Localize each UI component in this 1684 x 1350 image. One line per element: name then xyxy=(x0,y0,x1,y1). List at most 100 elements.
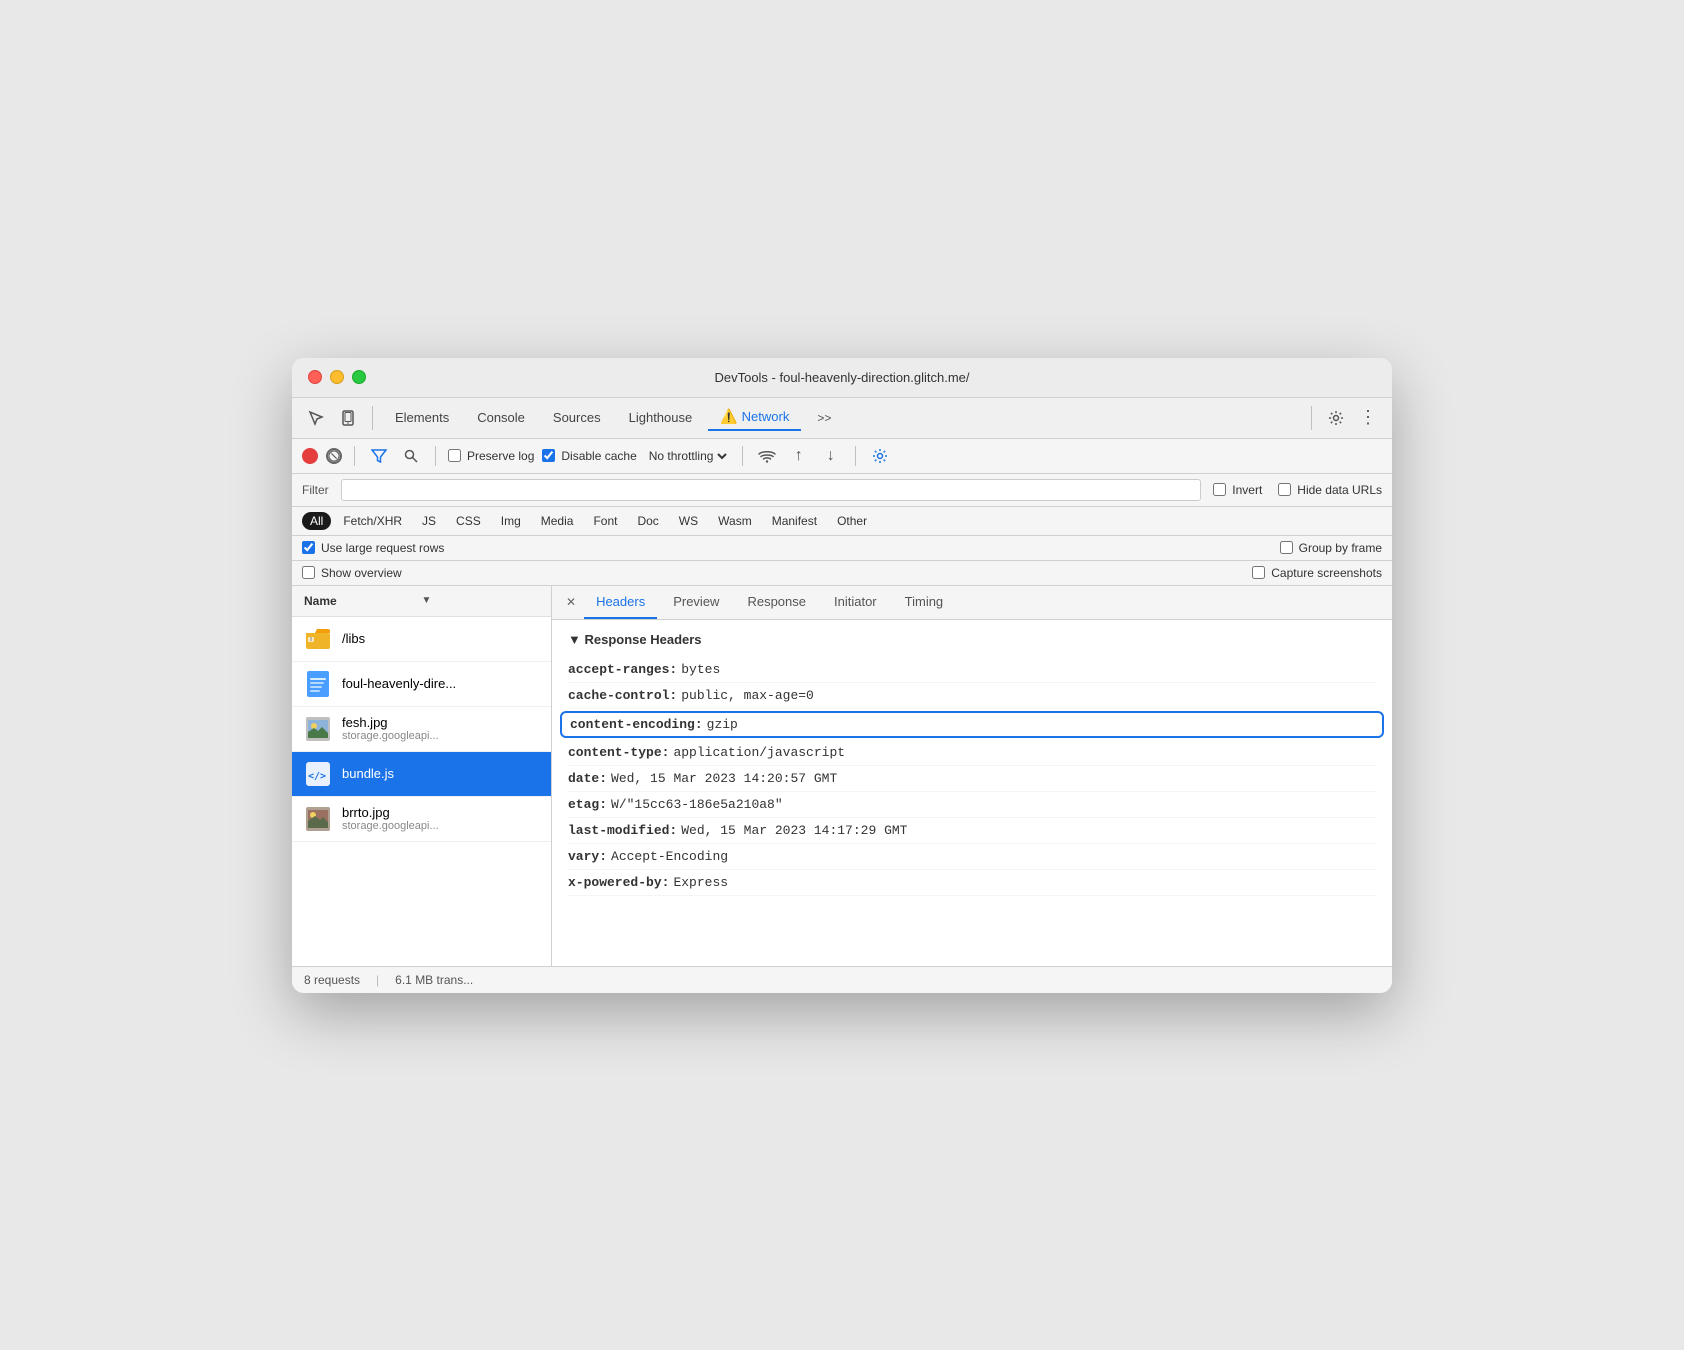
record-button[interactable] xyxy=(302,448,318,464)
file-info-fesh: fesh.jpg storage.googleapi... xyxy=(342,715,439,742)
invert-label[interactable]: Invert xyxy=(1213,483,1262,497)
menu-icon[interactable]: ⋮ xyxy=(1354,404,1382,432)
capture-screenshots-option[interactable]: Capture screenshots xyxy=(1252,566,1382,580)
tab-sources[interactable]: Sources xyxy=(541,406,613,429)
file-item-doc[interactable]: foul-heavenly-dire... xyxy=(292,662,551,707)
header-etag: etag W/"15cc63-186e5a210a8" xyxy=(568,792,1376,818)
header-last-modified: last-modified Wed, 15 Mar 2023 14:17:29 … xyxy=(568,818,1376,844)
file-list-header: Name ▼ xyxy=(292,586,551,617)
type-filter-manifest[interactable]: Manifest xyxy=(764,512,825,530)
header-x-powered-by: x-powered-by Express xyxy=(568,870,1376,896)
large-rows-checkbox[interactable] xyxy=(302,541,315,554)
wifi-icon[interactable] xyxy=(755,444,779,468)
requests-count: 8 requests xyxy=(304,973,360,987)
detail-tabs: ✕ Headers Preview Response Initiator Tim… xyxy=(552,586,1392,620)
status-bar: 8 requests | 6.1 MB trans... xyxy=(292,966,1392,993)
file-list: Name ▼ /libs xyxy=(292,586,552,966)
svg-text:</>: </> xyxy=(308,771,326,782)
type-filter-wasm[interactable]: Wasm xyxy=(710,512,760,530)
tab-lighthouse[interactable]: Lighthouse xyxy=(617,406,705,429)
file-info-bundle: bundle.js xyxy=(342,766,394,781)
preserve-log-checkbox[interactable] xyxy=(448,449,461,462)
file-item-fesh[interactable]: fesh.jpg storage.googleapi... xyxy=(292,707,551,752)
filter-icon[interactable] xyxy=(367,444,391,468)
folder-icon xyxy=(304,625,332,653)
options-row-1: Use large request rows Group by frame xyxy=(292,536,1392,561)
network-settings-icon[interactable] xyxy=(868,444,892,468)
detail-panel: ✕ Headers Preview Response Initiator Tim… xyxy=(552,586,1392,966)
file-info-doc: foul-heavenly-dire... xyxy=(342,676,456,691)
js-icon: </> xyxy=(304,760,332,788)
transferred-size: 6.1 MB trans... xyxy=(395,973,473,987)
clear-button[interactable] xyxy=(326,448,342,464)
show-overview-checkbox[interactable] xyxy=(302,566,315,579)
image-icon-fesh xyxy=(304,715,332,743)
header-accept-ranges: accept-ranges bytes xyxy=(568,657,1376,683)
file-item-brrto[interactable]: brrto.jpg storage.googleapi... xyxy=(292,797,551,842)
large-rows-option[interactable]: Use large request rows xyxy=(302,541,444,555)
tab-network[interactable]: ⚠️ Network xyxy=(708,404,801,431)
tab-response[interactable]: Response xyxy=(735,586,818,619)
tab-timing[interactable]: Timing xyxy=(893,586,956,619)
detail-close-button[interactable]: ✕ xyxy=(562,587,580,617)
tab-preview[interactable]: Preview xyxy=(661,586,731,619)
type-filter-css[interactable]: CSS xyxy=(448,512,489,530)
file-item-bundle[interactable]: </> bundle.js xyxy=(292,752,551,797)
type-filter-fetch[interactable]: Fetch/XHR xyxy=(335,512,410,530)
disable-cache-label[interactable]: Disable cache xyxy=(542,449,636,463)
header-vary: vary Accept-Encoding xyxy=(568,844,1376,870)
upload-icon[interactable]: ↑ xyxy=(787,444,811,468)
type-filter-media[interactable]: Media xyxy=(533,512,582,530)
type-filter-ws[interactable]: WS xyxy=(671,512,706,530)
more-tabs-button[interactable]: >> xyxy=(805,407,843,429)
maximize-button[interactable] xyxy=(352,370,366,384)
response-headers-section: ▼ Response Headers accept-ranges bytes c… xyxy=(552,620,1392,908)
sort-arrow: ▼ xyxy=(422,595,540,606)
toolbar-separator xyxy=(372,406,373,430)
disable-cache-checkbox[interactable] xyxy=(542,449,555,462)
hide-data-urls-checkbox[interactable] xyxy=(1278,483,1291,496)
hide-data-urls-label[interactable]: Hide data URLs xyxy=(1278,483,1382,497)
filter-label: Filter xyxy=(302,483,329,497)
type-filter-other[interactable]: Other xyxy=(829,512,875,530)
search-icon[interactable] xyxy=(399,444,423,468)
inspect-icon[interactable] xyxy=(302,404,330,432)
tab-elements[interactable]: Elements xyxy=(383,406,461,429)
download-icon[interactable]: ↓ xyxy=(819,444,843,468)
file-info-libs: /libs xyxy=(342,631,365,646)
header-date: date Wed, 15 Mar 2023 14:20:57 GMT xyxy=(568,766,1376,792)
tab-console[interactable]: Console xyxy=(465,406,537,429)
close-button[interactable] xyxy=(308,370,322,384)
minimize-button[interactable] xyxy=(330,370,344,384)
type-filter-font[interactable]: Font xyxy=(585,512,625,530)
group-by-frame-checkbox[interactable] xyxy=(1280,541,1293,554)
net-sep-3 xyxy=(742,446,743,466)
header-content-type: content-type application/javascript xyxy=(568,740,1376,766)
tab-headers[interactable]: Headers xyxy=(584,586,657,619)
toolbar-separator-2 xyxy=(1311,406,1312,430)
invert-checkbox[interactable] xyxy=(1213,483,1226,496)
throttle-select[interactable]: No throttling Fast 3G Slow 3G Offline xyxy=(645,448,730,464)
filter-bar: Filter Invert Hide data URLs xyxy=(292,474,1392,507)
type-filter-doc[interactable]: Doc xyxy=(629,512,666,530)
title-bar: DevTools - foul-heavenly-direction.glitc… xyxy=(292,358,1392,398)
tab-initiator[interactable]: Initiator xyxy=(822,586,889,619)
file-item-libs[interactable]: /libs xyxy=(292,617,551,662)
net-sep-1 xyxy=(354,446,355,466)
response-section-title: ▼ Response Headers xyxy=(568,632,1376,647)
settings-icon[interactable] xyxy=(1322,404,1350,432)
type-filter-all[interactable]: All xyxy=(302,512,331,530)
type-filter-img[interactable]: Img xyxy=(493,512,529,530)
type-filter-js[interactable]: JS xyxy=(414,512,444,530)
devtools-window: DevTools - foul-heavenly-direction.glitc… xyxy=(292,358,1392,993)
filter-checkboxes: Invert Hide data URLs xyxy=(1213,483,1382,497)
network-sub-toolbar: Preserve log Disable cache No throttling… xyxy=(292,439,1392,474)
group-by-frame-option[interactable]: Group by frame xyxy=(1280,541,1382,555)
device-icon[interactable] xyxy=(334,404,362,432)
preserve-log-label[interactable]: Preserve log xyxy=(448,449,534,463)
header-content-encoding: content-encoding gzip xyxy=(560,711,1384,738)
net-sep-2 xyxy=(435,446,436,466)
options-row-2: Show overview Capture screenshots xyxy=(292,561,1392,586)
capture-screenshots-checkbox[interactable] xyxy=(1252,566,1265,579)
show-overview-option[interactable]: Show overview xyxy=(302,566,402,580)
